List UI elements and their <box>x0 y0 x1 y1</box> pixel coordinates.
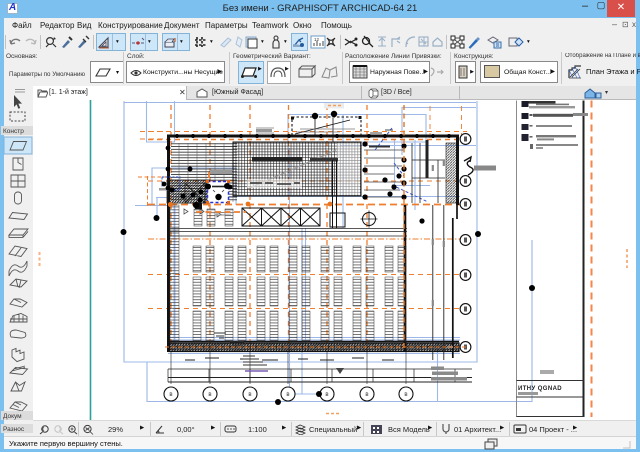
svg-text:в: в <box>169 392 172 398</box>
svg-text:в: в <box>404 392 407 398</box>
svg-text:в: в <box>325 392 328 398</box>
svg-text:Констр: Констр <box>3 128 24 135</box>
svg-text:Докум: Докум <box>3 413 22 420</box>
svg-text:12: 12 <box>314 37 320 42</box>
svg-text:Разнос: Разнос <box>3 426 25 433</box>
svg-text:ИТНУ QGNAD: ИТНУ QGNAD <box>518 386 562 392</box>
svg-text:в: в <box>286 392 289 398</box>
svg-text:в: в <box>248 392 251 398</box>
svg-text:в: в <box>365 392 368 398</box>
svg-text:в: в <box>208 392 211 398</box>
